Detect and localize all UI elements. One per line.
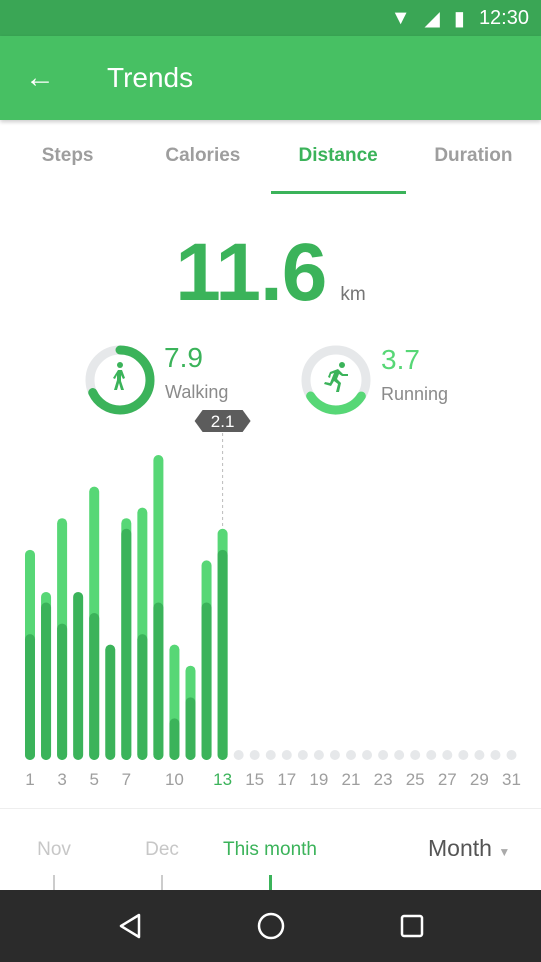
x-tick-label: 27	[437, 770, 457, 789]
period-tick	[53, 875, 55, 891]
x-tick-label: 7	[121, 770, 132, 789]
total-unit: km	[340, 284, 366, 305]
wifi-icon: ▼	[390, 6, 411, 29]
tooltip-value: 2.1	[211, 412, 235, 431]
empty-day-dot	[410, 750, 421, 760]
empty-day-dot	[249, 750, 260, 760]
empty-day-dot	[394, 750, 405, 760]
running-value: 3.7	[381, 344, 420, 375]
home-nav-icon[interactable]	[256, 911, 286, 941]
empty-day-dot	[265, 750, 276, 760]
x-tick-label: 29	[469, 770, 489, 789]
empty-day-dot	[346, 750, 356, 760]
empty-day-dot	[506, 750, 517, 760]
period-selector: Nov Dec This month Month ▼	[0, 808, 541, 891]
walking-icon	[113, 362, 125, 390]
battery-icon: ▮	[453, 7, 465, 30]
range-dropdown[interactable]: Month ▼	[428, 835, 510, 862]
page-title: Trends	[107, 62, 194, 93]
x-tick-label: 19	[309, 770, 329, 789]
total-distance: 11.6 km	[0, 226, 541, 320]
x-tick-label: 3	[57, 770, 67, 789]
range-value: Month	[428, 835, 492, 861]
tab-distance[interactable]: Distance	[270, 120, 406, 194]
tab-bar: Steps Calories Distance Duration	[0, 120, 541, 194]
x-tick-label: 17	[277, 770, 297, 789]
empty-day-dot	[362, 750, 373, 760]
clock: 12:30	[478, 6, 529, 29]
signal-icon: ◢	[424, 7, 440, 30]
empty-day-dot	[442, 750, 453, 760]
empty-day-dot	[297, 750, 308, 760]
x-tick-label: 1	[25, 770, 35, 789]
app-bar: ← Trends	[0, 36, 541, 120]
tab-duration[interactable]: Duration	[406, 120, 541, 194]
empty-day-dot	[233, 750, 244, 760]
x-tick-label: 31	[502, 770, 521, 789]
period-nov[interactable]: Nov	[37, 839, 71, 861]
x-tick-label: 15	[245, 770, 265, 789]
empty-day-dot	[281, 750, 292, 760]
recents-nav-icon[interactable]	[399, 913, 425, 939]
walking-label: Walking	[165, 382, 229, 402]
distance-chart: 2.1	[25, 410, 517, 760]
empty-day-dot	[378, 750, 389, 760]
period-tick	[161, 875, 163, 891]
tab-steps[interactable]: Steps	[0, 120, 135, 194]
period-this-month[interactable]: This month	[223, 839, 317, 861]
tab-calories[interactable]: Calories	[135, 120, 270, 194]
x-tick-label: 21	[341, 770, 361, 789]
x-tick-label: 13	[213, 770, 233, 789]
running-label: Running	[381, 384, 449, 404]
status-bar: ▼ ◢ ▮ 12:30	[0, 0, 541, 36]
empty-day-dot	[458, 750, 469, 760]
navigation-bar	[0, 890, 541, 962]
period-dec[interactable]: Dec	[145, 839, 179, 861]
chevron-down-icon: ▼	[498, 845, 511, 859]
running-icon	[324, 362, 348, 392]
arrow-left-icon[interactable]: ←	[0, 61, 80, 95]
x-tick-label: 5	[89, 770, 99, 789]
total-value: 11.6	[175, 227, 327, 318]
empty-day-dot	[329, 750, 340, 760]
back-nav-icon[interactable]	[117, 912, 143, 940]
x-tick-label: 25	[405, 770, 425, 789]
empty-day-dot	[474, 750, 485, 760]
period-tick-active	[269, 875, 272, 891]
x-tick-label: 23	[373, 770, 393, 789]
empty-day-dot	[313, 750, 324, 760]
walking-value: 7.9	[164, 342, 203, 373]
empty-day-dot	[490, 750, 501, 760]
empty-day-dot	[426, 750, 437, 760]
x-tick-label: 10	[164, 770, 184, 789]
